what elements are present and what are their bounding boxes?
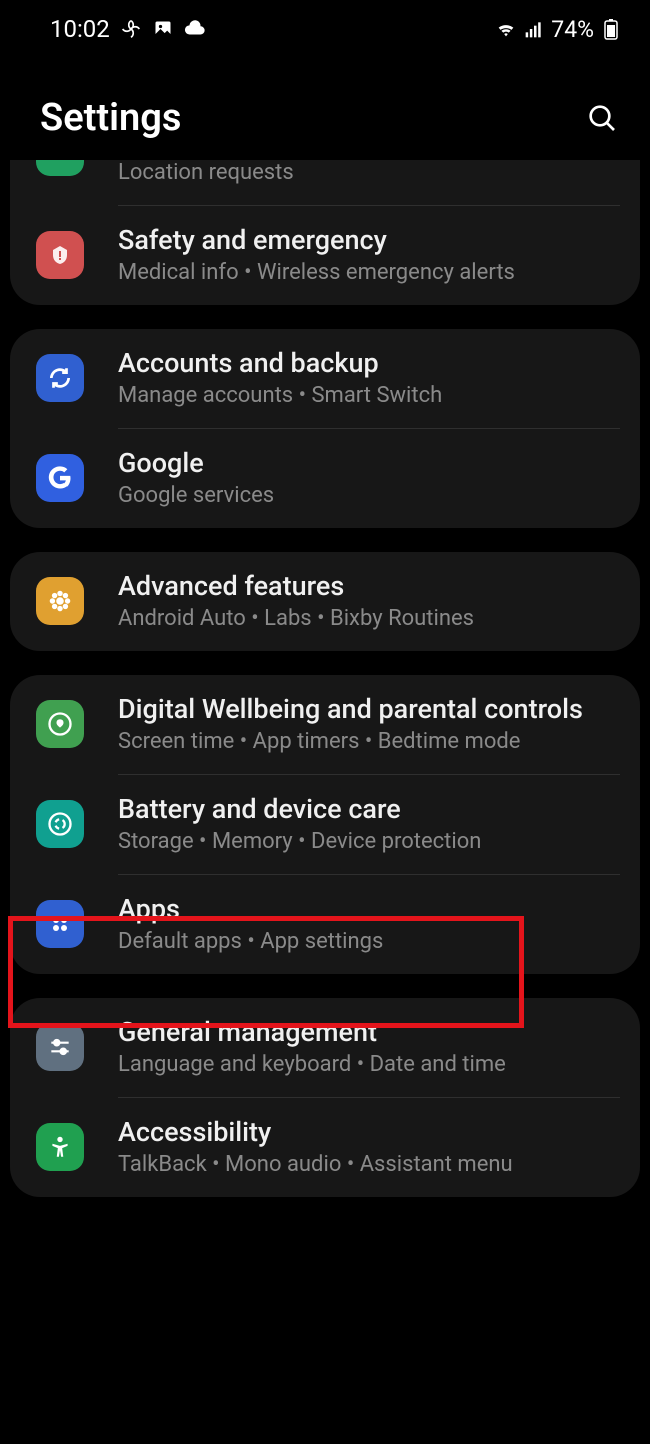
settings-row-battery-device-care[interactable]: Battery and device care Storage • Memory…	[10, 775, 640, 874]
settings-group-2: Advanced features Android Auto • Labs • …	[10, 552, 640, 651]
status-battery-percent: 74%	[551, 16, 594, 43]
row-subtitle: Language and keyboard • Date and time	[118, 1052, 620, 1077]
settings-row-advanced-features[interactable]: Advanced features Android Auto • Labs • …	[10, 552, 640, 651]
status-time: 10:02	[50, 15, 110, 43]
google-icon	[36, 454, 84, 502]
row-subtitle: Screen time • App timers • Bedtime mode	[118, 729, 620, 754]
row-title: General management	[118, 1016, 620, 1048]
wifi-icon	[495, 18, 517, 40]
row-subtitle: TalkBack • Mono audio • Assistant menu	[118, 1152, 620, 1177]
settings-row-accessibility[interactable]: Accessibility TalkBack • Mono audio • As…	[10, 1098, 640, 1197]
apps-icon	[36, 900, 84, 948]
emergency-icon	[36, 231, 84, 279]
row-subtitle: Storage • Memory • Device protection	[118, 829, 620, 854]
row-title: Accessibility	[118, 1116, 620, 1148]
settings-row-apps[interactable]: Apps Default apps • App settings	[10, 875, 640, 974]
row-subtitle: Default apps • App settings	[118, 929, 620, 954]
pinwheel-icon	[120, 18, 142, 40]
settings-row-general-management[interactable]: General management Language and keyboard…	[10, 998, 640, 1097]
row-subtitle: Manage accounts • Smart Switch	[118, 383, 620, 408]
row-title: Battery and device care	[118, 793, 620, 825]
page-title: Settings	[40, 96, 181, 140]
row-title: Advanced features	[118, 570, 620, 602]
row-title: Safety and emergency	[118, 224, 620, 256]
sliders-icon	[36, 1023, 84, 1071]
settings-row-google[interactable]: Google Google services	[10, 429, 640, 528]
settings-group-1: Accounts and backup Manage accounts • Sm…	[10, 329, 640, 528]
row-subtitle: Android Auto • Labs • Bixby Routines	[118, 606, 620, 631]
device-care-icon	[36, 800, 84, 848]
settings-row-digital-wellbeing[interactable]: Digital Wellbeing and parental controls …	[10, 675, 640, 774]
gear-flower-icon	[36, 577, 84, 625]
row-title: Digital Wellbeing and parental controls	[118, 693, 620, 725]
status-bar: 10:02 74%	[0, 0, 650, 48]
settings-row-location[interactable]: Location requests	[10, 160, 640, 205]
settings-group-4: General management Language and keyboard…	[10, 998, 640, 1197]
row-subtitle: Google services	[118, 483, 620, 508]
settings-list: Location requests Safety and emergency M…	[0, 170, 650, 1197]
wellbeing-icon	[36, 700, 84, 748]
row-title: Google	[118, 447, 620, 479]
location-icon	[36, 160, 84, 176]
cloud-icon	[184, 18, 206, 40]
battery-icon	[600, 18, 622, 40]
row-subtitle: Location requests	[118, 160, 620, 185]
search-button[interactable]	[582, 98, 622, 138]
row-title: Apps	[118, 893, 620, 925]
picture-icon	[152, 18, 174, 40]
settings-group-0: Location requests Safety and emergency M…	[10, 160, 640, 305]
settings-row-accounts-backup[interactable]: Accounts and backup Manage accounts • Sm…	[10, 329, 640, 428]
sync-icon	[36, 354, 84, 402]
settings-header: Settings	[0, 48, 650, 170]
row-title: Accounts and backup	[118, 347, 620, 379]
row-subtitle: Medical info • Wireless emergency alerts	[118, 260, 620, 285]
accessibility-icon	[36, 1123, 84, 1171]
settings-group-3: Digital Wellbeing and parental controls …	[10, 675, 640, 974]
signal-icon	[523, 18, 545, 40]
settings-row-safety-emergency[interactable]: Safety and emergency Medical info • Wire…	[10, 206, 640, 305]
